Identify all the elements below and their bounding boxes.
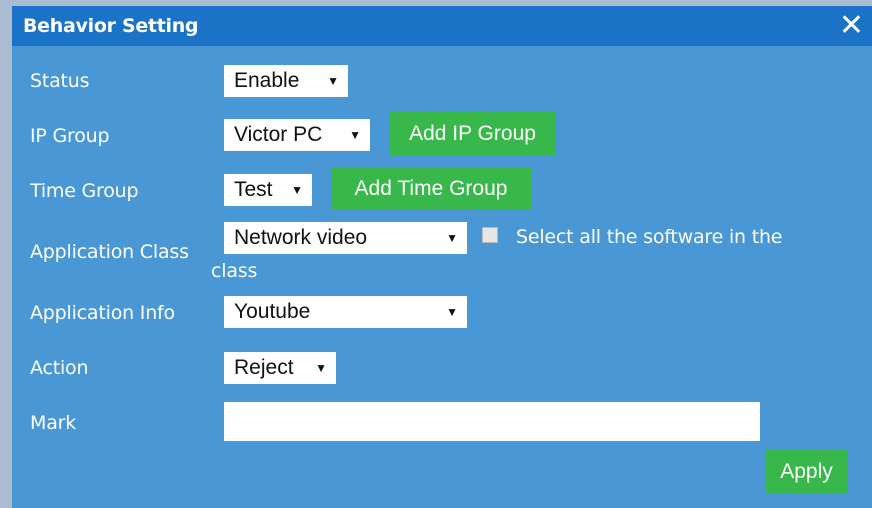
dialog-title: Behavior Setting [23,15,199,37]
ip-group-select[interactable]: Victor PC ▼ [224,119,370,151]
mark-input[interactable] [224,402,760,441]
dialog-header: Behavior Setting ✕ [12,6,872,46]
application-info-select[interactable]: Youtube ▼ [224,296,467,328]
mark-label: Mark [30,412,77,434]
apply-button[interactable]: Apply [765,450,848,493]
select-all-software-label-wrap: class [211,260,258,282]
application-info-value: Youtube [234,300,311,323]
select-all-software-label: Select all the software in the [516,226,783,248]
action-select[interactable]: Reject ▼ [224,352,336,384]
chevron-down-icon: ▼ [446,305,458,319]
chevron-down-icon: ▼ [349,128,361,142]
chevron-down-icon: ▼ [327,74,339,88]
add-ip-group-button[interactable]: Add IP Group [389,112,556,155]
behavior-setting-dialog: Behavior Setting ✕ Status Enable ▼ IP Gr… [12,6,872,508]
ip-group-label: IP Group [30,125,110,147]
action-label: Action [30,357,89,379]
close-icon[interactable]: ✕ [839,9,864,43]
time-group-label: Time Group [30,180,139,202]
ip-group-value: Victor PC [234,123,323,146]
time-group-select[interactable]: Test ▼ [224,174,312,206]
select-all-software-checkbox[interactable] [482,227,498,243]
add-time-group-button[interactable]: Add Time Group [331,167,531,210]
chevron-down-icon: ▼ [291,183,303,197]
time-group-value: Test [234,178,273,201]
status-label: Status [30,70,90,92]
action-value: Reject [234,356,294,379]
application-class-label: Application Class [30,241,189,263]
application-info-label: Application Info [30,302,175,324]
application-class-value: Network video [234,226,368,249]
status-select[interactable]: Enable ▼ [224,65,348,97]
status-value: Enable [234,69,300,92]
chevron-down-icon: ▼ [446,231,458,245]
chevron-down-icon: ▼ [315,361,327,375]
application-class-select[interactable]: Network video ▼ [224,222,467,254]
